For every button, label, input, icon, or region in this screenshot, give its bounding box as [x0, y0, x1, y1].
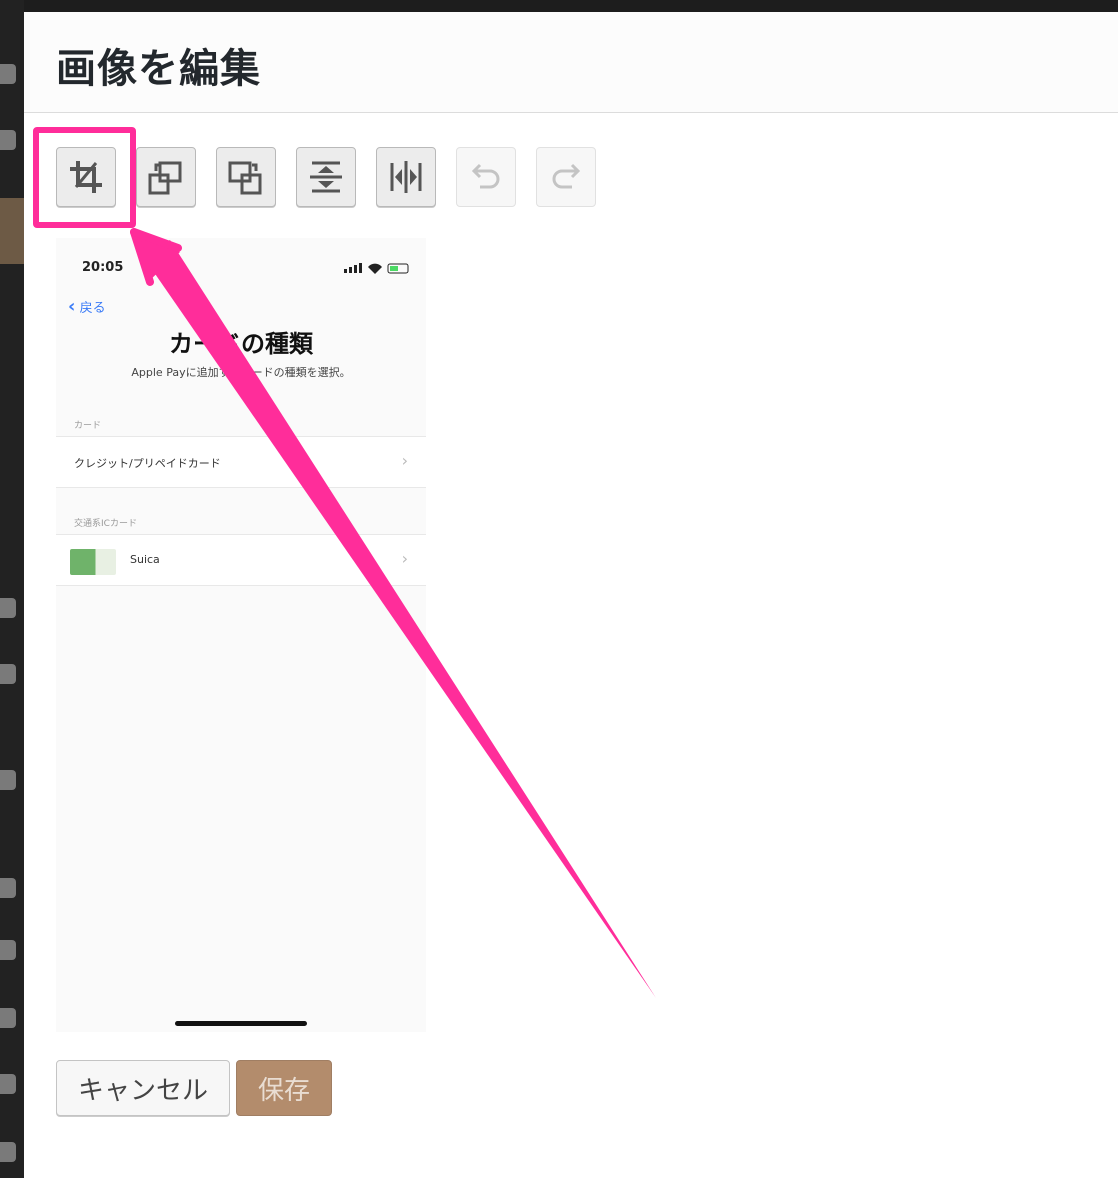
crop-button-highlight: [33, 127, 136, 228]
home-indicator: [175, 1021, 307, 1026]
settings-icon: [0, 1142, 16, 1162]
rotate-right-button[interactable]: [216, 147, 276, 207]
preview-section-ic: 交通系ICカード: [74, 519, 137, 529]
preview-back-link: ‹ 戻る: [68, 296, 106, 317]
rotate-left-icon: [148, 161, 182, 195]
dashboard-icon: [0, 64, 16, 84]
undo-button[interactable]: [456, 147, 516, 207]
flip-vertical-icon: [310, 161, 342, 193]
chevron-left-icon: ‹: [68, 296, 76, 317]
background-sidebar: [0, 0, 24, 1178]
tools-icon: [0, 1008, 16, 1028]
calendar-icon: [0, 1074, 16, 1094]
image-preview: 20:05 ‹ 戻る カードの種類 Apple Payに追加するカードの種類を選…: [56, 238, 426, 1032]
sidebar-active-item: [0, 198, 24, 264]
status-icons: [344, 263, 409, 274]
pin-icon: [0, 770, 16, 790]
preview-row-label: クレジット/プリペイドカード: [74, 457, 221, 470]
preview-title: カードの種類: [169, 330, 313, 358]
flip-vertical-button[interactable]: [296, 147, 356, 207]
chevron-right-icon: ›: [401, 451, 408, 470]
flip-horizontal-button[interactable]: [376, 147, 436, 207]
plugin-icon: [0, 878, 16, 898]
chevron-right-icon: ›: [401, 549, 408, 568]
redo-icon: [552, 163, 581, 189]
suica-card-icon: [70, 549, 116, 575]
rotate-right-icon: [228, 161, 262, 195]
preview-subtitle: Apple Payに追加するカードの種類を選択。: [131, 366, 351, 379]
pin-icon: [0, 130, 16, 150]
preview-time: 20:05: [82, 260, 124, 275]
pin-icon: [0, 664, 16, 684]
undo-icon: [471, 163, 500, 189]
cancel-button[interactable]: キャンセル: [56, 1060, 230, 1116]
redo-button[interactable]: [536, 147, 596, 207]
modal-header: 画像を編集: [24, 12, 1118, 113]
save-button[interactable]: 保存: [236, 1060, 332, 1116]
pin-icon: [0, 598, 16, 618]
modal-title: 画像を編集: [56, 46, 261, 92]
flip-horizontal-icon: [390, 161, 422, 193]
preview-row-label: Suica: [130, 553, 160, 566]
preview-row-suica: Suica ›: [56, 534, 426, 586]
rotate-left-button[interactable]: [136, 147, 196, 207]
monitor-icon: [0, 940, 16, 960]
edit-image-modal: 画像を編集 20:05 ‹ 戻る カードの種類 Apple Payに追加するカー…: [24, 12, 1118, 1178]
preview-row-credit: クレジット/プリペイドカード ›: [56, 436, 426, 488]
preview-section-card: カード: [74, 421, 102, 431]
